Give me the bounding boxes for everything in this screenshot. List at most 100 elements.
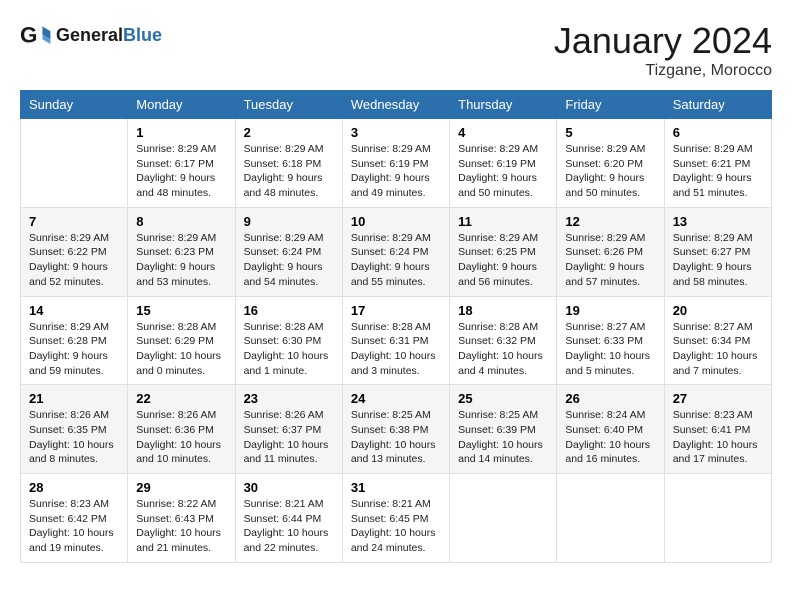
day-number: 29 (136, 480, 226, 495)
day-info: Sunrise: 8:26 AMSunset: 6:36 PMDaylight:… (136, 408, 226, 467)
day-info: Sunrise: 8:26 AMSunset: 6:35 PMDaylight:… (29, 408, 119, 467)
col-header-friday: Friday (557, 91, 664, 119)
day-info: Sunrise: 8:21 AMSunset: 6:45 PMDaylight:… (351, 497, 441, 556)
day-info: Sunrise: 8:29 AMSunset: 6:25 PMDaylight:… (458, 231, 548, 290)
location-subtitle: Tizgane, Morocco (554, 62, 772, 80)
day-info: Sunrise: 8:29 AMSunset: 6:22 PMDaylight:… (29, 231, 119, 290)
calendar-cell: 12 Sunrise: 8:29 AMSunset: 6:26 PMDayligh… (557, 207, 664, 296)
logo-blue: Blue (123, 25, 162, 45)
day-info: Sunrise: 8:25 AMSunset: 6:38 PMDaylight:… (351, 408, 441, 467)
day-number: 17 (351, 303, 441, 318)
day-number: 22 (136, 391, 226, 406)
calendar-cell: 21 Sunrise: 8:26 AMSunset: 6:35 PMDayligh… (21, 385, 128, 474)
day-info: Sunrise: 8:29 AMSunset: 6:24 PMDaylight:… (351, 231, 441, 290)
calendar-cell (664, 474, 771, 563)
calendar-cell (557, 474, 664, 563)
day-info: Sunrise: 8:28 AMSunset: 6:32 PMDaylight:… (458, 320, 548, 379)
day-number: 15 (136, 303, 226, 318)
day-number: 27 (673, 391, 763, 406)
calendar-cell: 18 Sunrise: 8:28 AMSunset: 6:32 PMDayligh… (450, 296, 557, 385)
day-info: Sunrise: 8:29 AMSunset: 6:20 PMDaylight:… (565, 142, 655, 201)
day-info: Sunrise: 8:29 AMSunset: 6:26 PMDaylight:… (565, 231, 655, 290)
calendar-cell: 7 Sunrise: 8:29 AMSunset: 6:22 PMDaylight… (21, 207, 128, 296)
day-info: Sunrise: 8:23 AMSunset: 6:42 PMDaylight:… (29, 497, 119, 556)
calendar-cell: 31Sunrise: 8:21 AMSunset: 6:45 PMDayligh… (342, 474, 449, 563)
calendar-week-row: 1 Sunrise: 8:29 AMSunset: 6:17 PMDaylight… (21, 119, 772, 208)
col-header-saturday: Saturday (664, 91, 771, 119)
day-info: Sunrise: 8:23 AMSunset: 6:41 PMDaylight:… (673, 408, 763, 467)
calendar-header-row: SundayMondayTuesdayWednesdayThursdayFrid… (21, 91, 772, 119)
calendar-cell: 1 Sunrise: 8:29 AMSunset: 6:17 PMDaylight… (128, 119, 235, 208)
day-number: 28 (29, 480, 119, 495)
calendar-cell: 4 Sunrise: 8:29 AMSunset: 6:19 PMDaylight… (450, 119, 557, 208)
day-info: Sunrise: 8:29 AMSunset: 6:27 PMDaylight:… (673, 231, 763, 290)
page-header: G GeneralBlue January 2024 Tizgane, Moro… (20, 20, 772, 80)
day-info: Sunrise: 8:29 AMSunset: 6:21 PMDaylight:… (673, 142, 763, 201)
col-header-monday: Monday (128, 91, 235, 119)
day-info: Sunrise: 8:24 AMSunset: 6:40 PMDaylight:… (565, 408, 655, 467)
calendar-cell: 10 Sunrise: 8:29 AMSunset: 6:24 PMDayligh… (342, 207, 449, 296)
calendar-table: SundayMondayTuesdayWednesdayThursdayFrid… (20, 90, 772, 563)
day-info: Sunrise: 8:28 AMSunset: 6:31 PMDaylight:… (351, 320, 441, 379)
calendar-cell: 17 Sunrise: 8:28 AMSunset: 6:31 PMDayligh… (342, 296, 449, 385)
calendar-cell: 3Sunrise: 8:29 AMSunset: 6:19 PMDaylight… (342, 119, 449, 208)
day-number: 16 (244, 303, 334, 318)
day-number: 13 (673, 214, 763, 229)
day-number: 14 (29, 303, 119, 318)
calendar-cell: 8Sunrise: 8:29 AMSunset: 6:23 PMDaylight… (128, 207, 235, 296)
calendar-cell: 15 Sunrise: 8:28 AMSunset: 6:29 PMDayligh… (128, 296, 235, 385)
calendar-cell: 28 Sunrise: 8:23 AMSunset: 6:42 PMDayligh… (21, 474, 128, 563)
col-header-sunday: Sunday (21, 91, 128, 119)
col-header-tuesday: Tuesday (235, 91, 342, 119)
calendar-cell: 5 Sunrise: 8:29 AMSunset: 6:20 PMDaylight… (557, 119, 664, 208)
calendar-cell: 27 Sunrise: 8:23 AMSunset: 6:41 PMDayligh… (664, 385, 771, 474)
day-number: 21 (29, 391, 119, 406)
calendar-cell: 14 Sunrise: 8:29 AMSunset: 6:28 PMDayligh… (21, 296, 128, 385)
day-number: 18 (458, 303, 548, 318)
day-number: 5 (565, 125, 655, 140)
day-number: 24 (351, 391, 441, 406)
logo: G GeneralBlue (20, 20, 162, 52)
calendar-cell: 19 Sunrise: 8:27 AMSunset: 6:33 PMDayligh… (557, 296, 664, 385)
calendar-cell: 23Sunrise: 8:26 AMSunset: 6:37 PMDayligh… (235, 385, 342, 474)
day-number: 19 (565, 303, 655, 318)
day-info: Sunrise: 8:25 AMSunset: 6:39 PMDaylight:… (458, 408, 548, 467)
col-header-wednesday: Wednesday (342, 91, 449, 119)
calendar-week-row: 14 Sunrise: 8:29 AMSunset: 6:28 PMDayligh… (21, 296, 772, 385)
calendar-cell: 30 Sunrise: 8:21 AMSunset: 6:44 PMDayligh… (235, 474, 342, 563)
calendar-cell: 11Sunrise: 8:29 AMSunset: 6:25 PMDayligh… (450, 207, 557, 296)
day-number: 20 (673, 303, 763, 318)
day-number: 30 (244, 480, 334, 495)
day-info: Sunrise: 8:29 AMSunset: 6:24 PMDaylight:… (244, 231, 334, 290)
day-number: 7 (29, 214, 119, 229)
calendar-cell (450, 474, 557, 563)
calendar-cell: 6Sunrise: 8:29 AMSunset: 6:21 PMDaylight… (664, 119, 771, 208)
day-info: Sunrise: 8:21 AMSunset: 6:44 PMDaylight:… (244, 497, 334, 556)
day-number: 10 (351, 214, 441, 229)
calendar-cell: 16Sunrise: 8:28 AMSunset: 6:30 PMDayligh… (235, 296, 342, 385)
calendar-cell: 29 Sunrise: 8:22 AMSunset: 6:43 PMDayligh… (128, 474, 235, 563)
title-block: January 2024 Tizgane, Morocco (554, 20, 772, 80)
day-number: 4 (458, 125, 548, 140)
day-number: 26 (565, 391, 655, 406)
day-info: Sunrise: 8:27 AMSunset: 6:34 PMDaylight:… (673, 320, 763, 379)
calendar-cell: 25Sunrise: 8:25 AMSunset: 6:39 PMDayligh… (450, 385, 557, 474)
day-number: 3 (351, 125, 441, 140)
day-info: Sunrise: 8:28 AMSunset: 6:29 PMDaylight:… (136, 320, 226, 379)
day-info: Sunrise: 8:29 AMSunset: 6:28 PMDaylight:… (29, 320, 119, 379)
day-info: Sunrise: 8:27 AMSunset: 6:33 PMDaylight:… (565, 320, 655, 379)
day-info: Sunrise: 8:29 AMSunset: 6:17 PMDaylight:… (136, 142, 226, 201)
calendar-cell: 20 Sunrise: 8:27 AMSunset: 6:34 PMDayligh… (664, 296, 771, 385)
day-number: 12 (565, 214, 655, 229)
day-number: 9 (244, 214, 334, 229)
day-number: 23 (244, 391, 334, 406)
day-number: 1 (136, 125, 226, 140)
day-info: Sunrise: 8:29 AMSunset: 6:19 PMDaylight:… (458, 142, 548, 201)
calendar-cell: 9 Sunrise: 8:29 AMSunset: 6:24 PMDaylight… (235, 207, 342, 296)
calendar-week-row: 28 Sunrise: 8:23 AMSunset: 6:42 PMDayligh… (21, 474, 772, 563)
day-info: Sunrise: 8:22 AMSunset: 6:43 PMDaylight:… (136, 497, 226, 556)
calendar-cell: 13 Sunrise: 8:29 AMSunset: 6:27 PMDayligh… (664, 207, 771, 296)
calendar-week-row: 21 Sunrise: 8:26 AMSunset: 6:35 PMDayligh… (21, 385, 772, 474)
svg-text:G: G (20, 22, 37, 47)
calendar-cell: 26 Sunrise: 8:24 AMSunset: 6:40 PMDayligh… (557, 385, 664, 474)
